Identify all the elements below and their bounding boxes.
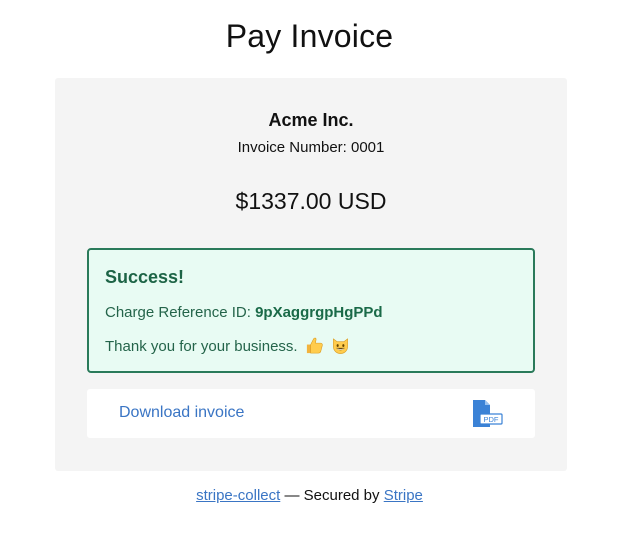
page-footer: stripe-collect — Secured by Stripe	[0, 487, 619, 504]
charge-reference-line: Charge Reference ID: 9pXaggrgpHgPPd	[105, 304, 383, 321]
grinning-cat-icon	[333, 338, 348, 354]
secured-by-text: Secured by	[303, 487, 380, 504]
success-title: Success!	[105, 267, 185, 287]
invoice-card: Acme Inc. Invoice Number: 0001 $1337.00 …	[55, 78, 567, 471]
invoice-page: Pay Invoice Acme Inc. Invoice Number: 00…	[0, 0, 619, 552]
thank-you-line: Thank you for your business.	[105, 336, 350, 355]
charge-reference-id: 9pXaggrgpHgPPd	[255, 304, 383, 321]
download-invoice-link[interactable]: Download invoice	[119, 404, 244, 422]
success-alert: Success! Charge Reference ID: 9pXaggrgpH…	[87, 248, 535, 373]
stripe-collect-link[interactable]: stripe-collect	[196, 487, 280, 504]
pdf-file-icon[interactable]: PDF	[472, 399, 504, 429]
footer-separator: —	[284, 487, 300, 504]
thank-you-text: Thank you for your business.	[105, 338, 298, 355]
charge-reference-label: Charge Reference ID:	[105, 304, 251, 321]
company-name: Acme Inc.	[268, 110, 354, 130]
download-invoice-row[interactable]: Download invoice PDF	[87, 389, 535, 438]
invoice-number-line: Invoice Number: 0001	[55, 139, 567, 156]
page-title: Pay Invoice	[225, 18, 394, 54]
invoice-amount: $1337.00 USD	[235, 188, 387, 214]
invoice-number-value: 0001	[351, 139, 385, 156]
pdf-icon-text: PDF	[484, 415, 499, 424]
stripe-link[interactable]: Stripe	[384, 487, 423, 504]
thumbs-up-icon	[306, 337, 323, 354]
invoice-number-label: Invoice Number:	[237, 139, 347, 156]
